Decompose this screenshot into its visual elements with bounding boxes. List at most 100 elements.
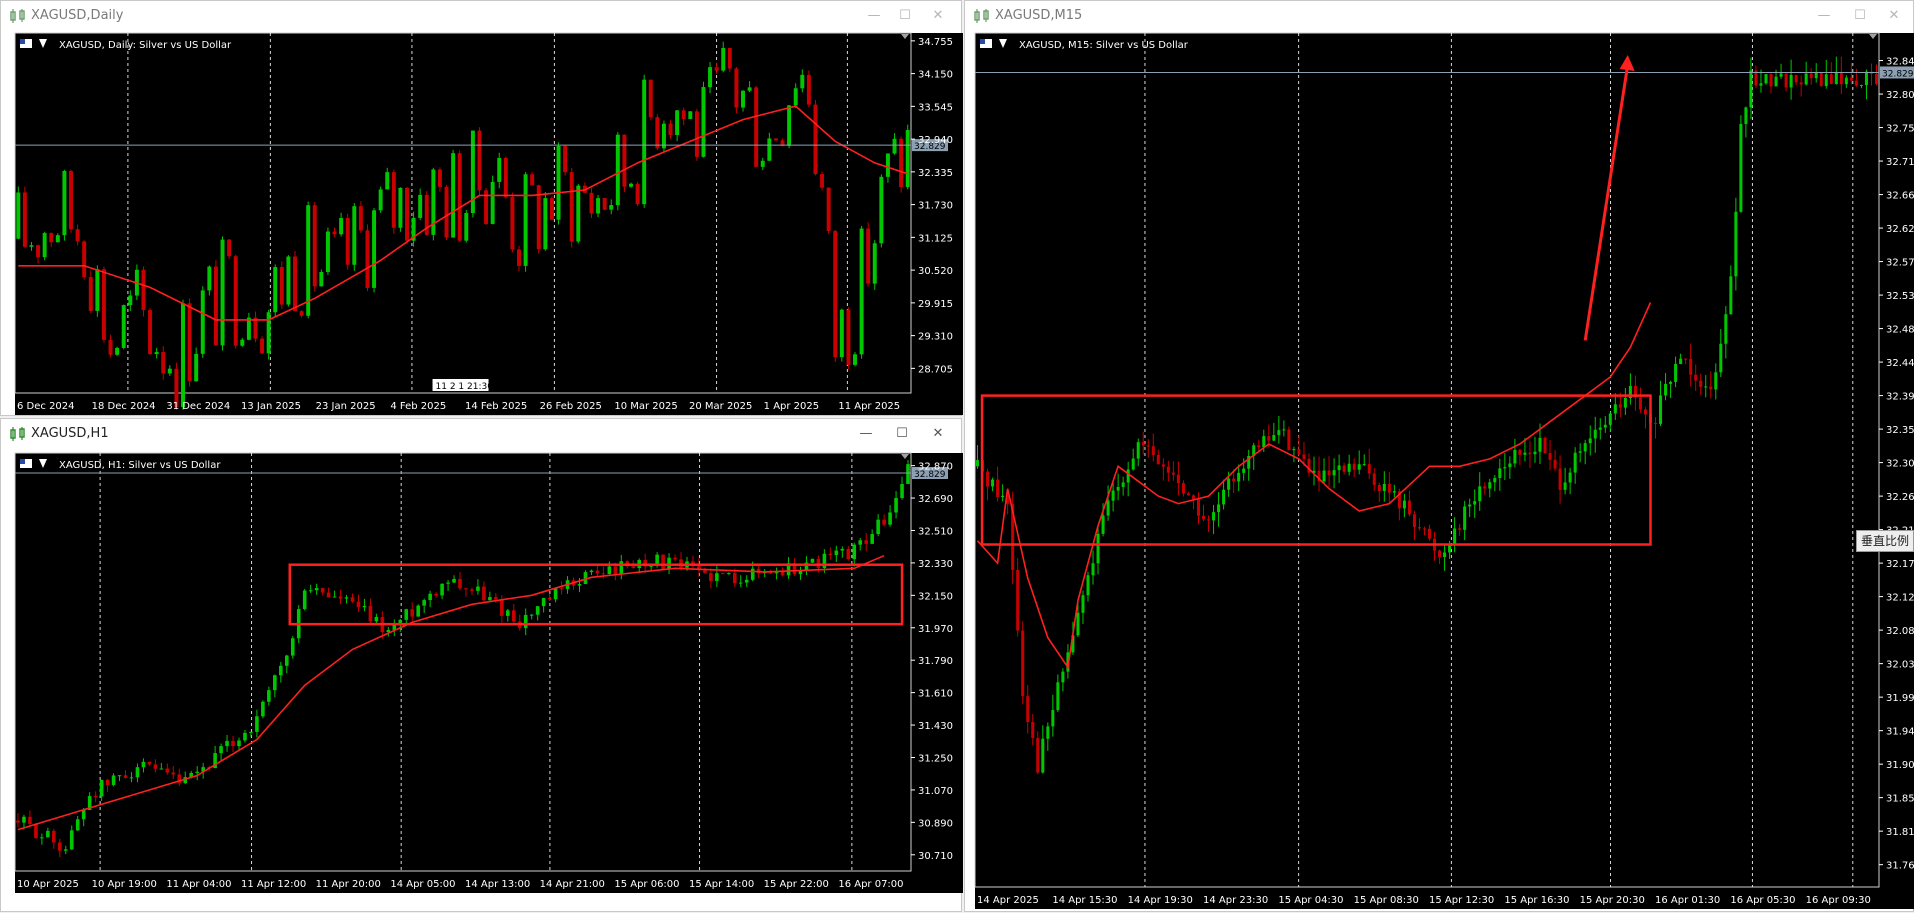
candle-body xyxy=(1543,437,1547,454)
candle-body xyxy=(1488,482,1492,489)
y-tick-label: 28.705 xyxy=(918,364,953,375)
y-tick-label: 33.545 xyxy=(918,102,953,113)
candle-body xyxy=(708,67,713,88)
x-tick-label: 14 Apr 13:00 xyxy=(465,879,530,890)
m15-chart[interactable]: XAGUSD, M15: Silver vs US Dollar32.82932… xyxy=(965,1,1914,913)
candle-body xyxy=(404,609,409,620)
candle-body xyxy=(1297,449,1301,455)
candle-body xyxy=(95,269,100,311)
candle-body xyxy=(760,160,765,167)
y-tick-label: 32.870 xyxy=(918,462,953,473)
candle-body xyxy=(1824,74,1828,86)
candle-body xyxy=(885,153,890,177)
flag-icon-canton xyxy=(980,39,985,44)
candle-body xyxy=(1402,500,1406,509)
candle-body xyxy=(1729,276,1733,315)
candle-body xyxy=(1357,464,1361,470)
candle-body xyxy=(1181,483,1185,494)
candle-body xyxy=(476,586,480,591)
candle-body xyxy=(661,123,666,149)
candle-body xyxy=(1227,478,1231,490)
candle-body xyxy=(470,589,474,591)
h1-chart[interactable]: XAGUSD, H1: Silver vs US Dollar32.82932.… xyxy=(1,419,963,913)
candle-body xyxy=(810,558,815,563)
candle-body xyxy=(744,579,749,583)
x-tick-label: 16 Apr 01:30 xyxy=(1655,895,1720,906)
candle-body xyxy=(1608,413,1612,425)
candle-body xyxy=(464,588,468,590)
candle-body xyxy=(482,586,486,601)
candle-body xyxy=(991,479,995,487)
y-tick-label: 32.485 xyxy=(1886,325,1914,336)
candle-body xyxy=(386,629,391,633)
candle-body xyxy=(165,768,170,773)
candle-body xyxy=(1583,443,1587,452)
candle-body xyxy=(452,578,456,583)
vertical-scale-badge[interactable]: 垂直比例 xyxy=(1856,530,1914,552)
candle-body xyxy=(40,837,44,839)
candle-body xyxy=(535,606,540,615)
y-tick-label: 32.440 xyxy=(1886,358,1914,369)
candle-body xyxy=(391,172,396,228)
y-tick-label: 32.665 xyxy=(1886,191,1914,202)
candle-body xyxy=(1643,409,1647,415)
candle-body xyxy=(1528,452,1532,455)
candle-body xyxy=(523,614,528,629)
x-tick-label: 10 Mar 2025 xyxy=(614,401,677,412)
candle-body xyxy=(240,339,245,346)
candle-body xyxy=(308,590,313,592)
candle-body xyxy=(108,339,113,355)
candle-body xyxy=(872,243,877,284)
y-tick-label: 30.710 xyxy=(918,851,953,862)
candle-body xyxy=(1523,452,1527,455)
y-tick-label: 31.790 xyxy=(918,656,953,667)
candle-body xyxy=(1794,74,1798,83)
candle-body xyxy=(458,578,462,589)
candle-body xyxy=(1518,449,1522,455)
candle-body xyxy=(339,218,344,235)
candle-body xyxy=(826,187,831,231)
candle-body xyxy=(859,228,864,355)
candle-body xyxy=(326,592,331,598)
candle-body xyxy=(530,174,535,186)
candle-body xyxy=(727,573,731,575)
candle-body xyxy=(1031,722,1035,739)
candle-body xyxy=(500,599,504,616)
candle-body xyxy=(1021,630,1025,697)
candle-body xyxy=(853,354,857,365)
candle-body xyxy=(207,266,212,291)
candle-body xyxy=(457,153,462,241)
x-tick-label: 15 Apr 20:30 xyxy=(1580,895,1645,906)
candle-body xyxy=(1191,495,1195,500)
candle-body xyxy=(721,47,726,71)
x-tick-label: 14 Apr 15:30 xyxy=(1052,895,1117,906)
candle-body xyxy=(648,79,653,118)
candle-body xyxy=(171,772,176,775)
candle-body xyxy=(1126,469,1130,483)
y-tick-label: 32.150 xyxy=(918,591,953,602)
candle-body xyxy=(437,169,442,187)
y-tick-label: 30.520 xyxy=(918,266,953,277)
y-tick-label: 32.800 xyxy=(1886,90,1914,101)
candle-body xyxy=(1392,491,1396,493)
candle-body xyxy=(28,816,32,825)
candle-body xyxy=(93,796,98,798)
x-tick-label: 11 Apr 2025 xyxy=(838,401,900,412)
candle-body xyxy=(299,311,304,316)
candle-body xyxy=(398,187,403,228)
candle-body xyxy=(1262,436,1266,448)
candle-body xyxy=(494,597,498,600)
candle-body xyxy=(1789,74,1793,88)
candle-body xyxy=(1603,424,1607,428)
candle-body xyxy=(734,68,739,108)
candle-body xyxy=(1533,451,1537,455)
candle-body xyxy=(866,228,871,284)
candle-body xyxy=(852,544,857,560)
candle-body xyxy=(767,138,772,161)
m15-chart-window: XAGUSD,M15 — ☐ ✕ XAGUSD, M15: Silver vs … xyxy=(964,0,1914,912)
candle-body xyxy=(1171,472,1175,475)
candle-body xyxy=(727,47,732,69)
y-tick-label: 31.900 xyxy=(1886,760,1914,771)
daily-chart[interactable]: XAGUSD, Daily: Silver vs US Dollar32.829… xyxy=(1,1,963,417)
candle-body xyxy=(1161,464,1165,467)
